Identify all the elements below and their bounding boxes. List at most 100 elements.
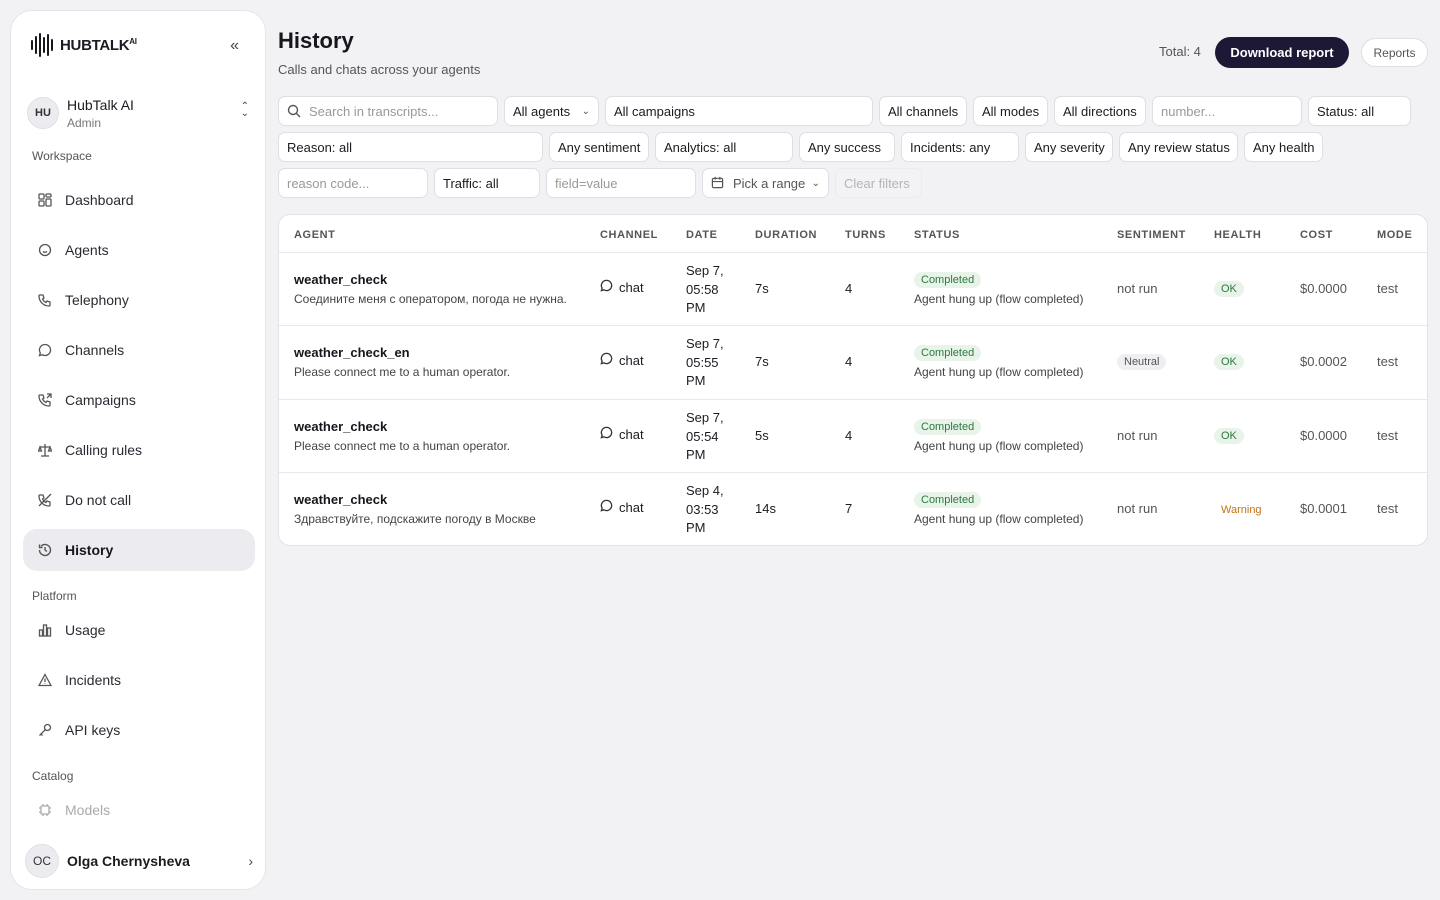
download-report-button[interactable]: Download report [1215, 37, 1349, 68]
chat-icon [37, 342, 53, 358]
cost-value: $0.0000 [1300, 428, 1347, 443]
analytics-select[interactable]: Analytics: all [655, 132, 793, 162]
workspace-role: Admin [67, 115, 102, 130]
agents-select[interactable]: All agents ⌄ [504, 96, 599, 126]
sidebar-item-incidents[interactable]: Incidents [23, 659, 255, 701]
review-status-select-value: Any review status [1128, 139, 1230, 155]
date-line-1: Sep 7, [686, 336, 724, 351]
reason-select-value: Reason: all [287, 139, 353, 155]
date-range-picker[interactable]: Pick a range ⌄ [702, 168, 829, 198]
sidebar-item-label: Calling rules [65, 442, 143, 458]
channel-value: chat [619, 352, 644, 368]
sidebar-item-do-not-call[interactable]: Do not call [23, 479, 255, 521]
column-header-sentiment[interactable]: SENTIMENT [1117, 229, 1186, 241]
sidebar-item-api-keys[interactable]: API keys [23, 709, 255, 751]
reason-code-input[interactable]: reason code... [278, 168, 428, 198]
status-select[interactable]: Status: all [1308, 96, 1411, 126]
sidebar-item-channels[interactable]: Channels [23, 329, 255, 371]
health-badge: OK [1214, 428, 1244, 444]
user-menu[interactable]: OC Olga Chernysheva › [25, 843, 255, 879]
clear-filters-button[interactable]: Clear filters [835, 168, 922, 198]
sidebar-item-agents[interactable]: Agents [23, 229, 255, 271]
sidebar: HUBTALKAI « HU HubTalk AI Admin ⌃ ⌄ Works… [10, 10, 266, 890]
workspace-avatar: HU [27, 97, 59, 129]
bar-chart-icon [37, 622, 53, 638]
date-line-2: 05:58 [686, 281, 719, 297]
cost-value: $0.0001 [1300, 501, 1347, 516]
section-catalog: Catalog [32, 769, 74, 783]
column-header-agent[interactable]: AGENT [294, 229, 336, 241]
sentiment-select[interactable]: Any sentiment [549, 132, 649, 162]
field-value-input[interactable]: field=value [546, 168, 696, 198]
sidebar-item-label: Incidents [65, 672, 122, 688]
sidebar-item-usage[interactable]: Usage [23, 609, 255, 651]
severity-select[interactable]: Any severity [1025, 132, 1113, 162]
health-select[interactable]: Any health [1244, 132, 1323, 162]
page-subtitle: Calls and chats across your agents [278, 62, 481, 77]
channels-select[interactable]: All channels [879, 96, 967, 126]
column-header-channel[interactable]: CHANNEL [600, 229, 658, 241]
table-row[interactable]: weather_check Please connect me to a hum… [279, 400, 1427, 473]
sidebar-item-telephony[interactable]: Telephony [23, 279, 255, 321]
column-header-turns[interactable]: TURNS [845, 229, 886, 241]
mode-value: test [1377, 354, 1398, 369]
column-header-status[interactable]: STATUS [914, 229, 960, 241]
warning-icon [37, 672, 53, 688]
logo[interactable]: HUBTALKAI [31, 33, 137, 57]
turns-value: 4 [845, 281, 853, 296]
chat-icon [600, 426, 613, 442]
traffic-select[interactable]: Traffic: all [434, 168, 540, 198]
incidents-select[interactable]: Incidents: any [901, 132, 1019, 162]
cost-value: $0.0002 [1300, 354, 1347, 369]
turns-value: 4 [845, 354, 853, 369]
agent-name: weather_check [294, 492, 388, 507]
sidebar-item-campaigns[interactable]: Campaigns [23, 379, 255, 421]
success-select-value: Any success [808, 139, 881, 155]
sidebar-item-label: Usage [65, 622, 106, 638]
sidebar-item-calling-rules[interactable]: Calling rules [23, 429, 255, 471]
status-badge: Completed [914, 492, 982, 508]
date-line-1: Sep 7, [686, 263, 724, 278]
search-icon [287, 104, 301, 118]
workspace-switcher[interactable]: HU HubTalk AI Admin ⌃ ⌄ [27, 91, 251, 135]
date-line-3: PM [686, 373, 706, 388]
agent-message: Please connect me to a human operator. [294, 365, 511, 379]
sidebar-item-models[interactable]: Models [23, 789, 255, 831]
search-input[interactable]: Search in transcripts... [278, 96, 498, 126]
reports-button[interactable]: Reports [1361, 38, 1428, 67]
directions-select[interactable]: All directions [1054, 96, 1146, 126]
success-select[interactable]: Any success [799, 132, 895, 162]
campaigns-select[interactable]: All campaigns [605, 96, 873, 126]
column-header-duration[interactable]: DURATION [755, 229, 817, 241]
channel-value: chat [619, 279, 644, 295]
total-count: Total: 4 [1159, 44, 1201, 59]
modes-select-value: All modes [982, 103, 1040, 119]
review-status-select[interactable]: Any review status [1119, 132, 1238, 162]
table-row[interactable]: weather_check_en Please connect me to a … [279, 326, 1427, 399]
number-placeholder: number... [1161, 103, 1216, 119]
clear-filters-label: Clear filters [844, 175, 910, 191]
collapse-sidebar-icon[interactable]: « [230, 37, 239, 55]
status-badge: Completed [914, 419, 982, 435]
modes-select[interactable]: All modes [973, 96, 1048, 126]
sidebar-item-history[interactable]: History [23, 529, 255, 571]
reason-code-placeholder: reason code... [287, 175, 370, 191]
phone-outgoing-icon [37, 392, 53, 408]
column-header-date[interactable]: DATE [686, 229, 718, 241]
field-value-placeholder: field=value [555, 175, 618, 191]
user-avatar: OC [25, 844, 59, 878]
table-row[interactable]: weather_check Здравствуйте, подскажите п… [279, 473, 1427, 545]
sentiment-value: not run [1117, 501, 1158, 516]
agents-select-value: All agents [513, 103, 571, 119]
column-header-cost[interactable]: COST [1300, 229, 1333, 241]
sentiment-badge: Neutral [1117, 354, 1167, 370]
agent-message: Соедините меня с оператором, погода не н… [294, 292, 567, 306]
sidebar-item-dashboard[interactable]: Dashboard [23, 179, 255, 221]
column-header-health[interactable]: HEALTH [1214, 229, 1261, 241]
history-table: AGENT CHANNEL DATE DURATION TURNS STATUS… [278, 214, 1428, 546]
number-input[interactable]: number... [1152, 96, 1302, 126]
table-row[interactable]: weather_check Соедините меня с операторо… [279, 253, 1427, 326]
date-line-3: PM [686, 520, 706, 535]
reason-select[interactable]: Reason: all [278, 132, 543, 162]
column-header-mode[interactable]: MODE [1377, 229, 1412, 241]
